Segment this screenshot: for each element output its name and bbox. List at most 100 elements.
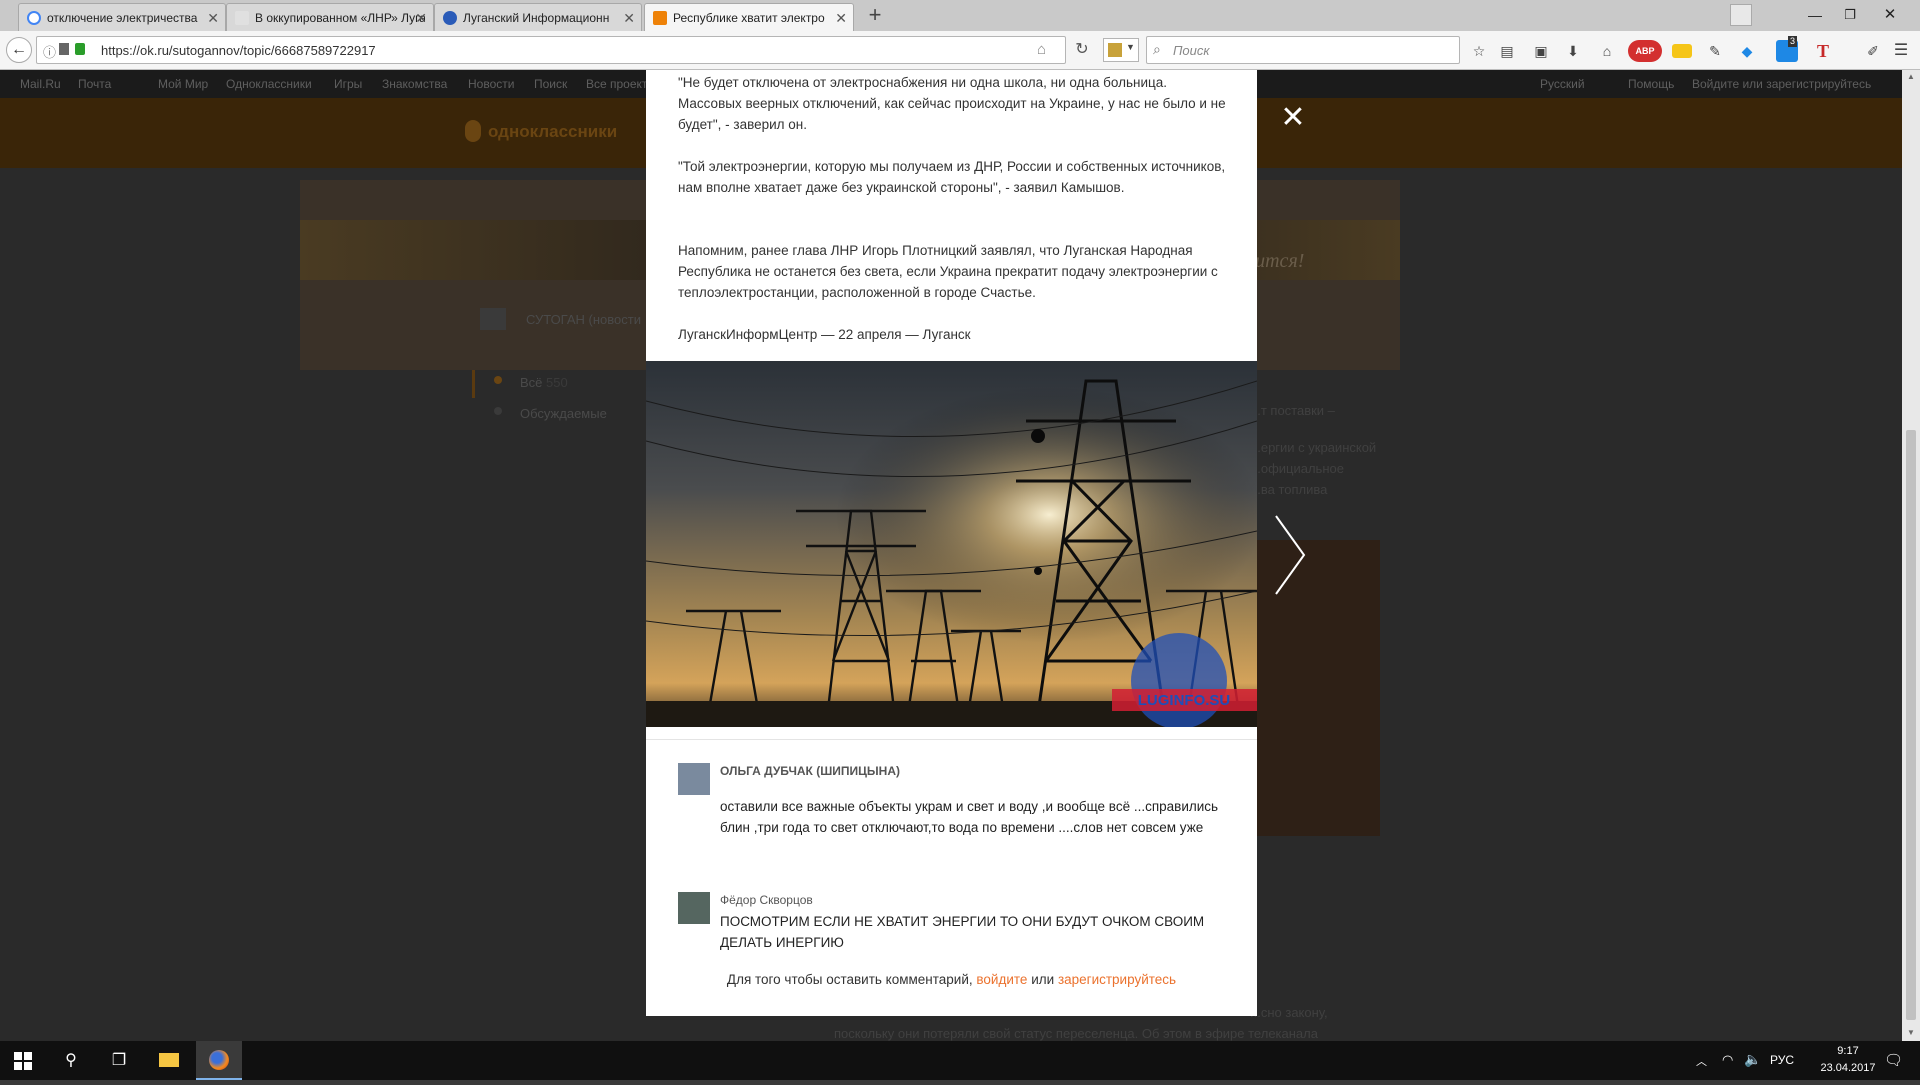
group-avatar	[480, 308, 506, 330]
help-link[interactable]: Помощь	[1628, 77, 1674, 91]
filter-marker	[472, 370, 475, 398]
minimize-button[interactable]: —	[1800, 2, 1830, 28]
tab-title: Луганский Информационн	[463, 11, 610, 25]
clock-date[interactable]: 23.04.2017	[1808, 1062, 1888, 1074]
navigation-toolbar: ← ⓘ https://ok.ru/sutogannov/topic/66687…	[0, 31, 1920, 70]
close-tab-icon[interactable]: ✕	[835, 10, 847, 27]
badge-count: 3	[1788, 36, 1798, 47]
search-input[interactable]: ⌕ Поиск	[1146, 36, 1460, 64]
topnav-link[interactable]: Одноклассники	[226, 77, 312, 91]
new-tab-button[interactable]: +	[862, 3, 888, 29]
close-tab-icon[interactable]: ✕	[623, 10, 635, 27]
search-placeholder: Поиск	[1173, 43, 1210, 58]
volume-icon[interactable]: 🔈	[1744, 1051, 1761, 1068]
url-bar[interactable]: ⓘ https://ok.ru/sutogannov/topic/6668758…	[36, 36, 1066, 64]
topnav-link[interactable]: Знакомства	[382, 77, 447, 91]
topnav-link[interactable]: Поиск	[534, 77, 567, 91]
text-addon-icon[interactable]: T	[1812, 40, 1834, 62]
notifications-icon[interactable]: 🗨	[1884, 1051, 1903, 1069]
close-tab-icon[interactable]: ✕	[415, 10, 427, 27]
reading-list-icon[interactable]: ▤	[1496, 40, 1518, 62]
topnav-link[interactable]: Mail.Ru	[20, 77, 61, 91]
download-icon[interactable]: ⬇	[1562, 40, 1584, 62]
avatar[interactable]	[678, 892, 710, 924]
scroll-thumb[interactable]	[1906, 430, 1916, 1020]
pocket-icon[interactable]: ▣	[1530, 40, 1552, 62]
tab-ok-topic[interactable]: Республике хватит электро ✕	[644, 3, 854, 31]
clock-time[interactable]: 9:17	[1823, 1045, 1873, 1057]
google-icon	[27, 11, 41, 25]
topnav-link[interactable]: Мой Мир	[158, 77, 208, 91]
filter-discussed[interactable]: Обсуждаемые	[520, 406, 607, 421]
dot-icon	[494, 376, 502, 384]
scroll-down-icon[interactable]: ▼	[1907, 1028, 1915, 1037]
avatar[interactable]	[678, 763, 710, 795]
watermark-text: LUGINFO.SU	[1138, 692, 1231, 709]
page-scrollbar[interactable]: ▲ ▼	[1902, 70, 1920, 1041]
comment-text: оставили все важные объекты украм и свет…	[720, 799, 1219, 835]
windows-taskbar: ⚲ ❐ ︿ ◠ 🔈 РУС 9:17 23.04.2017 🗨	[0, 1041, 1920, 1080]
file-explorer-icon[interactable]	[146, 1041, 192, 1080]
close-tab-icon[interactable]: ✕	[207, 10, 219, 27]
language-indicator[interactable]: РУС	[1770, 1053, 1794, 1067]
lock-icon	[75, 43, 85, 55]
ok-logo-icon	[465, 120, 481, 142]
group-name[interactable]: СУТОГАН (новости	[526, 312, 641, 327]
addon-icon[interactable]	[1730, 4, 1752, 26]
topnav-link[interactable]: Новости	[468, 77, 514, 91]
search-icon: ⌕	[1153, 41, 1161, 57]
page-icon	[59, 43, 69, 55]
task-view-icon[interactable]: ❐	[96, 1041, 142, 1080]
tab-lnr-article[interactable]: В оккупированном «ЛНР» Луга ✕	[226, 3, 434, 31]
back-button[interactable]: ←	[6, 37, 32, 63]
firefox-taskbar-icon[interactable]	[196, 1041, 242, 1080]
bg-text-line: поскольку они потеряли свой статус перес…	[834, 1026, 1318, 1041]
menu-icon[interactable]: ☰	[1890, 40, 1912, 62]
bg-text-line: ...ергии с украинской	[1250, 440, 1377, 455]
comment-author[interactable]: Фёдор Скворцов	[720, 893, 813, 907]
topic-modal: "Не будет отключена от электроснабжения …	[646, 70, 1257, 1016]
divider	[646, 739, 1257, 740]
topnav-link[interactable]: Почта	[78, 77, 111, 91]
bg-text-line: ...сно закону,	[1250, 1005, 1328, 1020]
info-icon[interactable]: ⓘ	[43, 42, 56, 61]
home-icon[interactable]: ⌂	[1596, 40, 1618, 62]
login-link[interactable]: войдите	[976, 972, 1027, 987]
power-lines-photo[interactable]: LUGINFO.SU	[646, 361, 1257, 727]
adblock-icon[interactable]: ABP	[1628, 40, 1662, 62]
register-link[interactable]: зарегистрируйтесь	[1058, 972, 1176, 987]
notifications-addon-icon[interactable]: 3	[1776, 36, 1798, 62]
tab-strip: отключение электричества ✕ В оккупирован…	[0, 0, 1920, 31]
topnav-link[interactable]: Игры	[334, 77, 362, 91]
ok-logo-text[interactable]: одноклассники	[488, 122, 617, 142]
scroll-up-icon[interactable]: ▲	[1907, 72, 1915, 81]
close-modal-button[interactable]: ✕	[1278, 103, 1308, 134]
wifi-icon[interactable]: ◠	[1722, 1052, 1733, 1068]
bookmark-star-icon[interactable]: ☆	[1468, 40, 1490, 62]
restore-button[interactable]: ❐	[1835, 2, 1865, 28]
tab-luginfo[interactable]: Луганский Информационн ✕	[434, 3, 642, 31]
firefox-icon	[209, 1050, 229, 1070]
article-paragraph: "Той электроэнергии, которую мы получаем…	[678, 159, 1226, 195]
close-window-button[interactable]: ✕	[1875, 2, 1905, 28]
translate-addon-icon[interactable]: ◆	[1736, 40, 1758, 62]
comment-author[interactable]: ОЛЬГА ДУБЧАК (ШИПИЦЫНА)	[720, 764, 900, 778]
comment-text: ПОСМОТРИМ ЕСЛИ НЕ ХВАТИТ ЭНЕРГИИ ТО ОНИ …	[720, 914, 1205, 950]
home-page-icon[interactable]: ⌂	[1037, 41, 1046, 58]
pen-addon-icon[interactable]: ✎	[1704, 40, 1726, 62]
search-icon[interactable]: ⚲	[48, 1041, 94, 1080]
mail-addon-icon[interactable]	[1672, 44, 1692, 58]
reload-button[interactable]: ↻	[1068, 36, 1096, 64]
login-link[interactable]: Войдите или зарегистрируйтесь	[1692, 77, 1871, 91]
addon-dropdown-button[interactable]: ▼	[1103, 38, 1139, 62]
chevron-up-icon[interactable]: ︿	[1696, 1053, 1707, 1069]
windows-logo	[14, 1052, 32, 1070]
windows-start-icon[interactable]	[0, 1041, 46, 1080]
filter-all[interactable]: Всё 550	[520, 375, 568, 390]
language-selector[interactable]: Русский	[1540, 77, 1585, 91]
next-photo-arrow[interactable]	[1270, 510, 1310, 600]
background-article-text: ...т поставки – ...ергии с украинской ..…	[1250, 400, 1410, 500]
tab-google-search[interactable]: отключение электричества ✕	[18, 3, 226, 31]
prompt-or: или	[1031, 972, 1055, 987]
eyedropper-icon[interactable]: ✐	[1862, 40, 1884, 62]
